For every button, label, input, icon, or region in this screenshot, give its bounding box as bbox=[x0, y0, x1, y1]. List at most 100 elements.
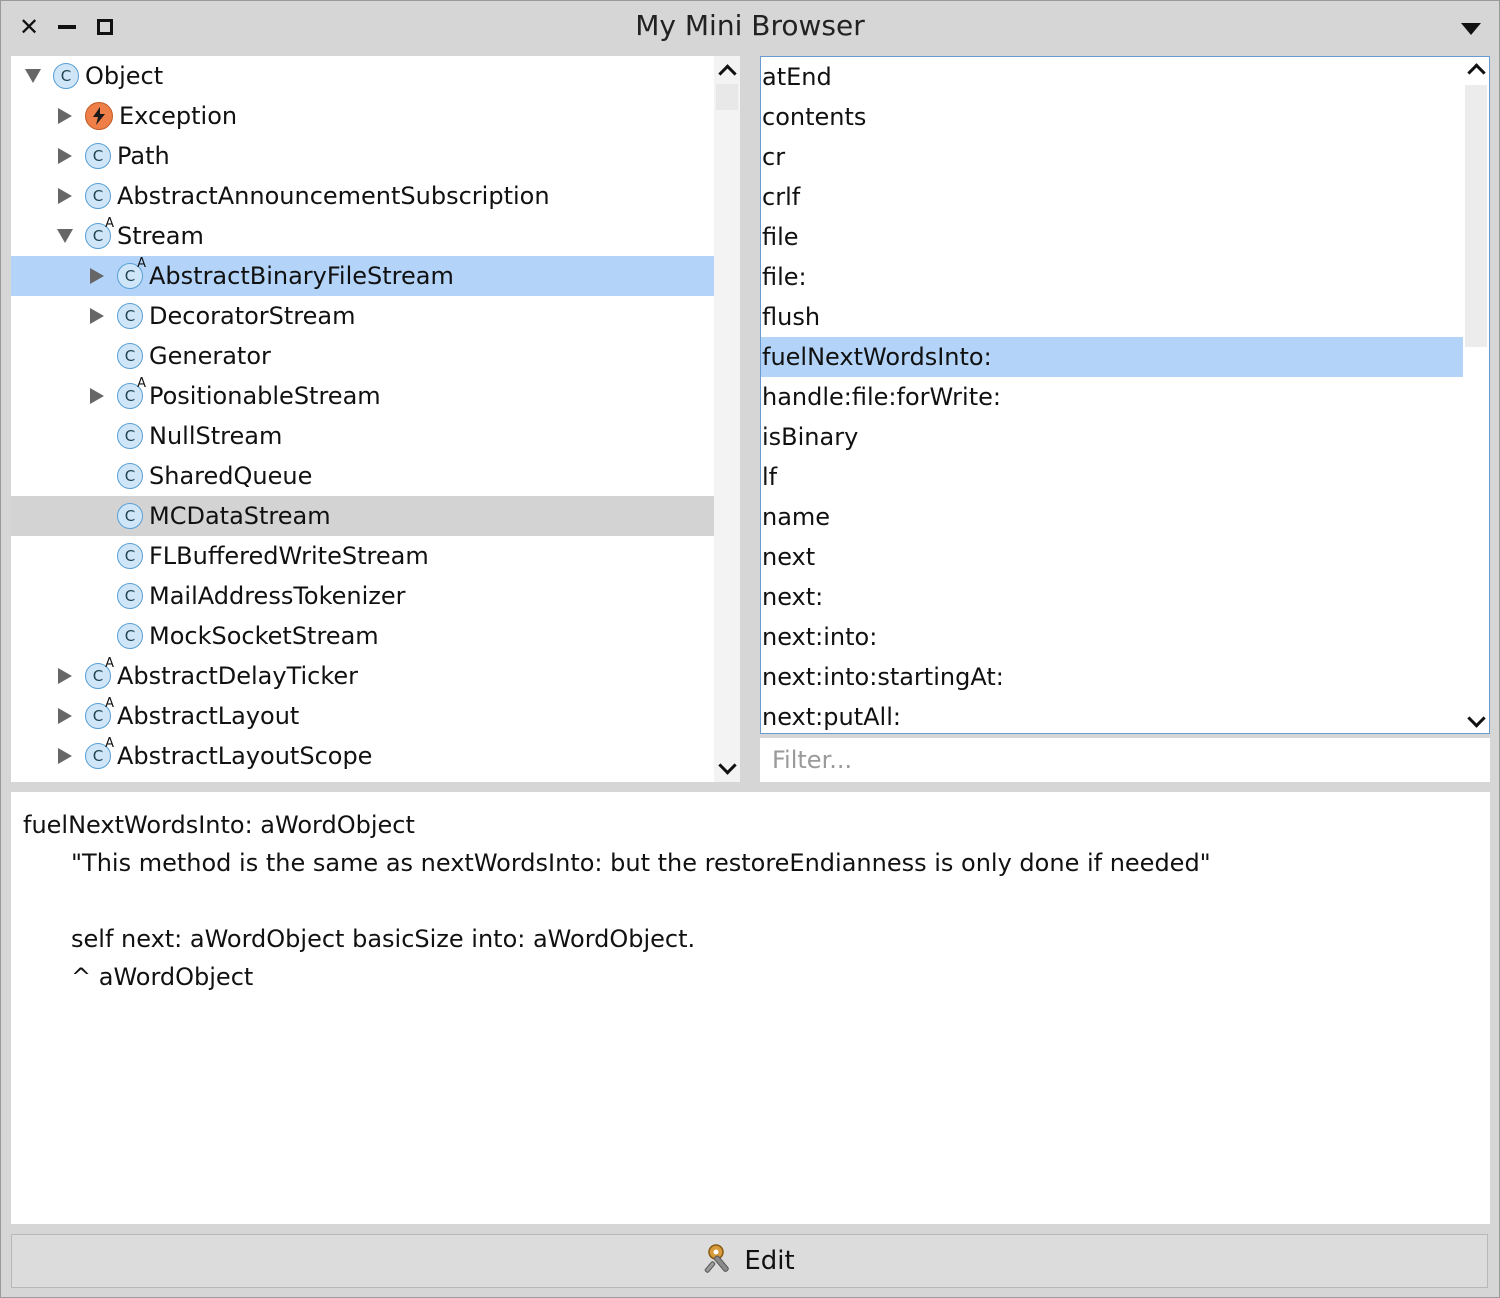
tree-item[interactable]: C A AbstractLayout bbox=[11, 696, 714, 736]
collapsed-triangle-icon[interactable] bbox=[87, 306, 107, 326]
class-icon: C bbox=[117, 543, 143, 569]
method-item[interactable]: atEnd bbox=[761, 57, 1463, 97]
method-item[interactable]: next bbox=[761, 537, 1463, 577]
scroll-down-icon[interactable] bbox=[714, 755, 740, 780]
method-item-label: next:into: bbox=[762, 623, 878, 651]
method-item[interactable]: contents bbox=[761, 97, 1463, 137]
expanded-triangle-icon[interactable] bbox=[55, 226, 75, 246]
expanded-triangle-icon[interactable] bbox=[23, 66, 43, 86]
class-tree-scroll-thumb[interactable] bbox=[716, 84, 738, 110]
class-icon-letter: C bbox=[124, 627, 136, 645]
method-item-label: next: bbox=[762, 583, 824, 611]
method-item-label: flush bbox=[762, 303, 821, 331]
code-editor[interactable]: fuelNextWordsInto: aWordObject "This meth… bbox=[11, 792, 1490, 1224]
collapsed-triangle-icon[interactable] bbox=[55, 106, 75, 126]
method-item[interactable]: next:putAll: bbox=[761, 697, 1463, 733]
class-icon-letter: C bbox=[124, 427, 136, 445]
method-item[interactable]: fuelNextWordsInto: bbox=[761, 337, 1463, 377]
tree-item[interactable]: C MailAddressTokenizer bbox=[11, 576, 714, 616]
tree-item-label: MailAddressTokenizer bbox=[149, 582, 406, 610]
tree-item-label: Generator bbox=[149, 342, 271, 370]
tree-item-label: PositionableStream bbox=[149, 382, 381, 410]
method-item-label: lf bbox=[762, 463, 778, 491]
edit-button[interactable]: Edit bbox=[11, 1234, 1488, 1288]
methods-scroll-thumb[interactable] bbox=[1465, 85, 1487, 347]
tree-item[interactable]: C A Stream bbox=[11, 216, 714, 256]
tree-item[interactable]: C Object bbox=[11, 56, 714, 96]
tree-item-label: Path bbox=[117, 142, 170, 170]
tree-item[interactable]: C A AbstractLayoutScope bbox=[11, 736, 714, 776]
collapsed-triangle-icon[interactable] bbox=[55, 746, 75, 766]
collapsed-triangle-icon[interactable] bbox=[55, 146, 75, 166]
methods-list-pane[interactable]: atEnd contents cr crlf file file: flush fuelNex… bbox=[760, 56, 1490, 734]
class-icon: C bbox=[117, 503, 143, 529]
method-item[interactable]: next: bbox=[761, 577, 1463, 617]
method-item[interactable]: name bbox=[761, 497, 1463, 537]
scroll-up-icon[interactable] bbox=[1463, 57, 1489, 82]
code-line: self next: aWordObject basicSize into: a… bbox=[71, 925, 696, 953]
method-item[interactable]: handle:file:forWrite: bbox=[761, 377, 1463, 417]
tree-item[interactable]: C AbstractAnnouncementSubscription bbox=[11, 176, 714, 216]
method-item[interactable]: next:into:startingAt: bbox=[761, 657, 1463, 697]
method-item[interactable]: file bbox=[761, 217, 1463, 257]
tree-item[interactable]: C MCDataStream bbox=[11, 496, 714, 536]
method-item-label: crlf bbox=[762, 183, 801, 211]
method-item[interactable]: cr bbox=[761, 137, 1463, 177]
tree-item[interactable]: Exception bbox=[11, 96, 714, 136]
tree-item[interactable]: C Generator bbox=[11, 336, 714, 376]
scroll-up-icon[interactable] bbox=[714, 58, 740, 83]
collapsed-triangle-icon[interactable] bbox=[55, 186, 75, 206]
collapsed-triangle-icon[interactable] bbox=[55, 706, 75, 726]
method-item[interactable]: file: bbox=[761, 257, 1463, 297]
method-item-label: next:into:startingAt: bbox=[762, 663, 1004, 691]
collapsed-triangle-icon[interactable] bbox=[55, 666, 75, 686]
method-item[interactable]: isBinary bbox=[761, 417, 1463, 457]
tree-item[interactable]: C DecoratorStream bbox=[11, 296, 714, 336]
abstract-marker: A bbox=[105, 656, 114, 671]
title-bar[interactable]: ✕ My Mini Browser bbox=[1, 1, 1499, 55]
collapsed-triangle-icon[interactable] bbox=[87, 266, 107, 286]
window-menu-chevron-down-icon[interactable] bbox=[1461, 23, 1481, 35]
abstract-class-icon: CA bbox=[85, 696, 114, 729]
tree-item[interactable]: C A AbstractDelayTicker bbox=[11, 656, 714, 696]
filter-input[interactable]: Filter... bbox=[760, 738, 1490, 782]
method-item-label: file bbox=[762, 223, 799, 251]
method-item[interactable]: lf bbox=[761, 457, 1463, 497]
class-icon-letter: C bbox=[92, 227, 104, 245]
class-icon: C bbox=[117, 343, 143, 369]
class-icon: C bbox=[85, 183, 111, 209]
method-item[interactable]: next:into: bbox=[761, 617, 1463, 657]
tree-item-label: DecoratorStream bbox=[149, 302, 356, 330]
tree-item-label: Exception bbox=[119, 102, 238, 130]
class-tree-pane[interactable]: C Object Exception C Path C AbstractAnnounceme… bbox=[11, 56, 740, 782]
method-item-label: isBinary bbox=[762, 423, 859, 451]
class-icon-letter: C bbox=[92, 147, 104, 165]
class-icon-letter: C bbox=[124, 507, 136, 525]
tree-item[interactable]: C FLBufferedWriteStream bbox=[11, 536, 714, 576]
tree-item-label: AbstractBinaryFileStream bbox=[149, 262, 454, 290]
tree-item-label: Object bbox=[85, 62, 164, 90]
tree-item[interactable]: C Path bbox=[11, 136, 714, 176]
tree-item[interactable]: C SharedQueue bbox=[11, 456, 714, 496]
tree-item[interactable]: C NullStream bbox=[11, 416, 714, 456]
class-icon: C bbox=[117, 463, 143, 489]
method-item[interactable]: crlf bbox=[761, 177, 1463, 217]
abstract-class-icon: CA bbox=[117, 376, 146, 409]
class-tree-scrollbar[interactable] bbox=[714, 56, 740, 782]
method-item-label: file: bbox=[762, 263, 807, 291]
class-icon: C bbox=[85, 143, 111, 169]
tree-item[interactable]: C A PositionableStream bbox=[11, 376, 714, 416]
tree-item[interactable]: C A AbstractBinaryFileStream bbox=[11, 256, 714, 296]
collapsed-triangle-icon[interactable] bbox=[87, 386, 107, 406]
class-icon-letter: C bbox=[124, 347, 136, 365]
tree-item[interactable]: C MockSocketStream bbox=[11, 616, 714, 656]
tree-item-label: NullStream bbox=[149, 422, 283, 450]
method-item[interactable]: flush bbox=[761, 297, 1463, 337]
methods-scrollbar[interactable] bbox=[1463, 57, 1489, 733]
scroll-down-icon[interactable] bbox=[1463, 708, 1489, 733]
class-icon-letter: C bbox=[124, 467, 136, 485]
